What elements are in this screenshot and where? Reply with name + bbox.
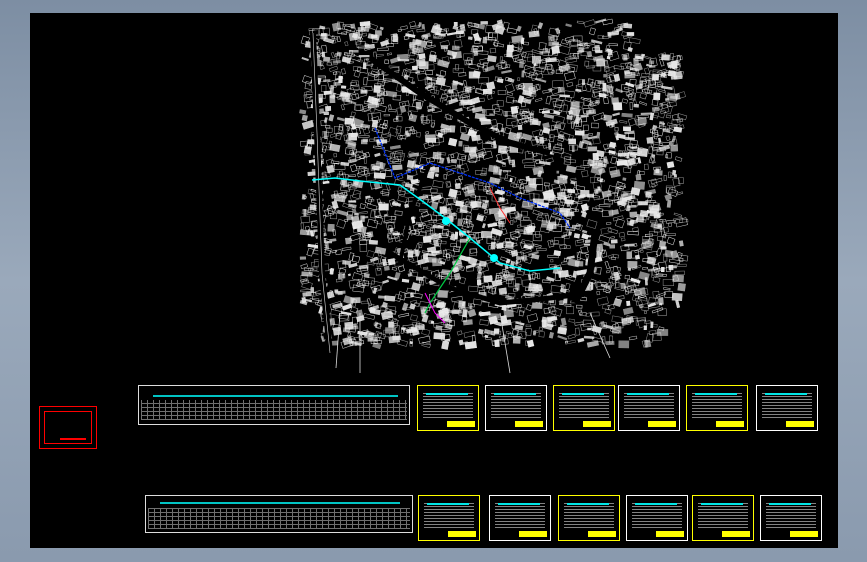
sheet-profile-line (427, 503, 469, 505)
sheet-title-block (790, 531, 818, 537)
sheet-table (423, 391, 473, 418)
sheet-title-block (583, 421, 611, 427)
sheet-profile-line (426, 393, 468, 395)
sheet-profile-line (701, 503, 743, 505)
sheet-title-block (519, 531, 547, 537)
section-sheet-bottom-1[interactable] (418, 495, 480, 541)
section-sheet-top-3[interactable] (553, 385, 615, 431)
sheet-table (424, 501, 474, 528)
profile-grid-top (141, 400, 407, 420)
sheet-title-block (716, 421, 744, 427)
sheet-title-block (588, 531, 616, 537)
sheet-profile-line (627, 393, 669, 395)
profile-line-bottom (160, 502, 400, 504)
sheet-table (692, 391, 742, 418)
section-sheet-top-4[interactable] (618, 385, 680, 431)
profile-sheet-bottom[interactable] (145, 495, 413, 533)
sheet-profile-line (769, 503, 811, 505)
sheet-table (491, 391, 541, 418)
sheet-title-block (722, 531, 750, 537)
road-inner (398, 162, 432, 264)
cad-drawing-viewport[interactable] (30, 13, 838, 548)
sheet-profile-line (635, 503, 677, 505)
sheet-table (698, 501, 748, 528)
sheet-title-block (447, 421, 475, 427)
route-node-2 (490, 254, 498, 262)
sheet-table (632, 501, 682, 528)
section-sheet-top-6[interactable] (756, 385, 818, 431)
sheet-profile-line (498, 503, 540, 505)
section-sheet-bottom-6[interactable] (760, 495, 822, 541)
leader-line-4 (589, 312, 611, 359)
sheet-table (624, 391, 674, 418)
route-node-1 (442, 217, 450, 225)
leader-line-1 (335, 312, 341, 369)
sheet-title-block (786, 421, 814, 427)
section-sheet-top-1[interactable] (417, 385, 479, 431)
profile-grid-bottom (148, 508, 410, 529)
sheet-profile-line (494, 393, 536, 395)
sheet-table (559, 391, 609, 418)
sheet-table (766, 501, 816, 528)
section-sheet-bottom-5[interactable] (692, 495, 754, 541)
sheet-profile-line (765, 393, 807, 395)
section-sheet-bottom-3[interactable] (558, 495, 620, 541)
section-sheet-top-2[interactable] (485, 385, 547, 431)
sheet-profile-line (695, 393, 737, 395)
sheet-title-block (656, 531, 684, 537)
sheet-title-block (648, 421, 676, 427)
sheet-table (495, 501, 545, 528)
sheet-profile-line (562, 393, 604, 395)
section-sheet-top-5[interactable] (686, 385, 748, 431)
sheet-title-block (448, 531, 476, 537)
site-plan-map (299, 18, 689, 374)
sheet-profile-line (567, 503, 609, 505)
legend-block (39, 406, 97, 449)
section-sheet-bottom-2[interactable] (489, 495, 551, 541)
sheet-title-block (515, 421, 543, 427)
profile-line-top (153, 395, 398, 397)
profile-sheet-top[interactable] (138, 385, 410, 425)
sheet-table (762, 391, 812, 418)
sheet-table (564, 501, 614, 528)
section-sheet-bottom-4[interactable] (626, 495, 688, 541)
legend-marks (60, 433, 86, 440)
